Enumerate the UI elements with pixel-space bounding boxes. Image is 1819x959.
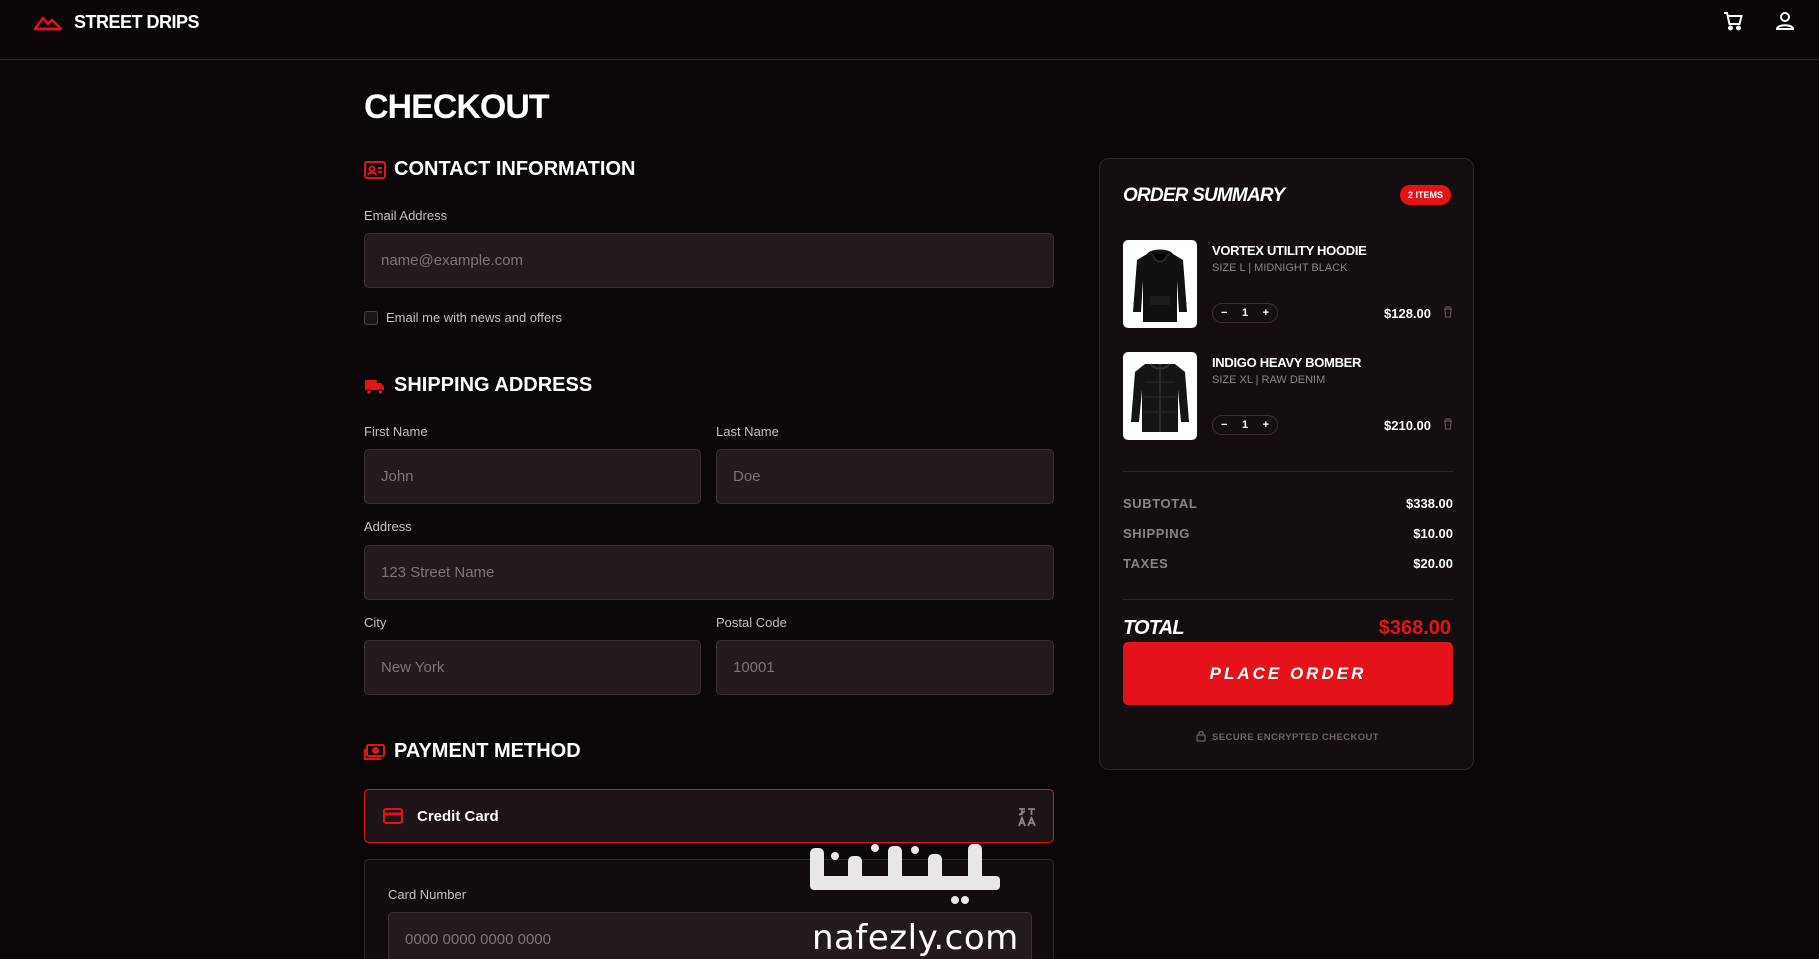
payment-title-text: PAYMENT METHOD bbox=[394, 740, 581, 762]
quantity-value: 1 bbox=[1241, 419, 1249, 431]
top-navigation-bar: STREET DRIPS bbox=[0, 0, 1819, 60]
shipping-section-title: SHIPPING ADDRESS bbox=[364, 374, 592, 397]
translate-icon bbox=[1017, 806, 1037, 828]
secure-checkout-note: SECURE ENCRYPTED CHECKOUT bbox=[1100, 730, 1475, 743]
last-name-label: Last Name bbox=[716, 424, 779, 439]
cart-item: INDIGO HEAVY BOMBER SIZE XL | RAW DENIM … bbox=[1123, 352, 1453, 442]
city-label: City bbox=[364, 615, 387, 630]
truck-icon bbox=[365, 379, 384, 395]
item-price: $210.00 bbox=[1384, 418, 1431, 433]
secure-checkout-text: SECURE ENCRYPTED CHECKOUT bbox=[1212, 732, 1379, 743]
contact-card-icon bbox=[364, 160, 386, 179]
trash-icon[interactable] bbox=[1443, 418, 1453, 430]
card-number-field[interactable] bbox=[388, 912, 1032, 959]
decrease-quantity-button[interactable]: − bbox=[1221, 419, 1227, 431]
increase-quantity-button[interactable]: + bbox=[1263, 307, 1269, 319]
hoodie-image[interactable] bbox=[1123, 240, 1197, 328]
contact-title-text: CONTACT INFORMATION bbox=[394, 158, 636, 180]
shipping-label: SHIPPING bbox=[1123, 526, 1190, 541]
item-meta: SIZE XL | RAW DENIM bbox=[1212, 374, 1326, 386]
credit-card-option-label: Credit Card bbox=[417, 807, 499, 825]
taxes-row: TAXES $20.00 bbox=[1123, 556, 1453, 571]
subtotal-row: SUBTOTAL $338.00 bbox=[1123, 496, 1453, 511]
postal-code-field[interactable] bbox=[716, 640, 1054, 695]
subtotal-value: $338.00 bbox=[1406, 496, 1453, 511]
cart-item: VORTEX UTILITY HOODIE SIZE L | MIDNIGHT … bbox=[1123, 240, 1453, 330]
first-name-label: First Name bbox=[364, 424, 428, 439]
brand-name: STREET DRIPS bbox=[74, 12, 200, 32]
money-icon bbox=[364, 743, 385, 760]
email-field[interactable] bbox=[364, 233, 1054, 288]
first-name-field[interactable] bbox=[364, 449, 701, 504]
page-title: CHECKOUT bbox=[364, 88, 550, 126]
order-summary-panel: ORDER SUMMARY 2 ITEMS VORTEX UTILITY HOO… bbox=[1099, 158, 1474, 770]
email-label: Email Address bbox=[364, 208, 448, 223]
last-name-field[interactable] bbox=[716, 449, 1054, 504]
quantity-stepper[interactable]: − 1 + bbox=[1212, 303, 1278, 323]
brand[interactable]: STREET DRIPS bbox=[34, 12, 200, 33]
address-field[interactable] bbox=[364, 545, 1054, 600]
account-button[interactable] bbox=[1773, 9, 1797, 33]
increase-quantity-button[interactable]: + bbox=[1263, 419, 1269, 431]
item-count-badge: 2 ITEMS bbox=[1399, 185, 1451, 205]
total-label: TOTAL bbox=[1123, 617, 1185, 639]
credit-card-icon bbox=[383, 808, 403, 824]
trash-icon[interactable] bbox=[1443, 306, 1453, 318]
quantity-value: 1 bbox=[1241, 307, 1249, 319]
shipping-title-text: SHIPPING ADDRESS bbox=[394, 374, 593, 396]
taxes-label: TAXES bbox=[1123, 556, 1169, 571]
user-icon bbox=[1775, 12, 1795, 30]
item-meta: SIZE L | MIDNIGHT BLACK bbox=[1212, 262, 1348, 274]
contact-section-title: CONTACT INFORMATION bbox=[364, 158, 635, 181]
card-number-label: Card Number bbox=[388, 887, 467, 902]
item-price: $128.00 bbox=[1384, 306, 1431, 321]
order-summary-title: ORDER SUMMARY bbox=[1123, 185, 1285, 206]
item-name[interactable]: INDIGO HEAVY BOMBER bbox=[1212, 355, 1361, 370]
item-name[interactable]: VORTEX UTILITY HOODIE bbox=[1212, 243, 1367, 258]
newsletter-checkbox[interactable] bbox=[364, 310, 378, 325]
address-label: Address bbox=[364, 519, 412, 534]
newsletter-option[interactable]: Email me with news and offers bbox=[364, 310, 562, 325]
newsletter-label: Email me with news and offers bbox=[386, 310, 563, 325]
divider bbox=[1123, 471, 1453, 472]
taxes-value: $20.00 bbox=[1413, 556, 1453, 571]
city-field[interactable] bbox=[364, 640, 701, 695]
decrease-quantity-button[interactable]: − bbox=[1221, 307, 1227, 319]
shipping-value: $10.00 bbox=[1413, 526, 1453, 541]
total-value: $368.00 bbox=[1378, 617, 1451, 639]
cart-button[interactable] bbox=[1721, 9, 1745, 33]
quantity-stepper[interactable]: − 1 + bbox=[1212, 415, 1278, 435]
credit-card-option[interactable]: Credit Card bbox=[364, 789, 1054, 843]
postal-code-label: Postal Code bbox=[716, 615, 787, 630]
subtotal-label: SUBTOTAL bbox=[1123, 496, 1198, 511]
lock-icon bbox=[1196, 730, 1206, 742]
bomber-image[interactable] bbox=[1123, 352, 1197, 440]
cart-icon bbox=[1724, 12, 1743, 31]
mountain-logo-icon bbox=[34, 16, 62, 30]
divider bbox=[1123, 599, 1453, 600]
shipping-row: SHIPPING $10.00 bbox=[1123, 526, 1453, 541]
place-order-button[interactable]: PLACE ORDER bbox=[1123, 642, 1453, 705]
payment-section-title: PAYMENT METHOD bbox=[364, 740, 581, 763]
card-details-panel: Card Number bbox=[364, 859, 1054, 959]
